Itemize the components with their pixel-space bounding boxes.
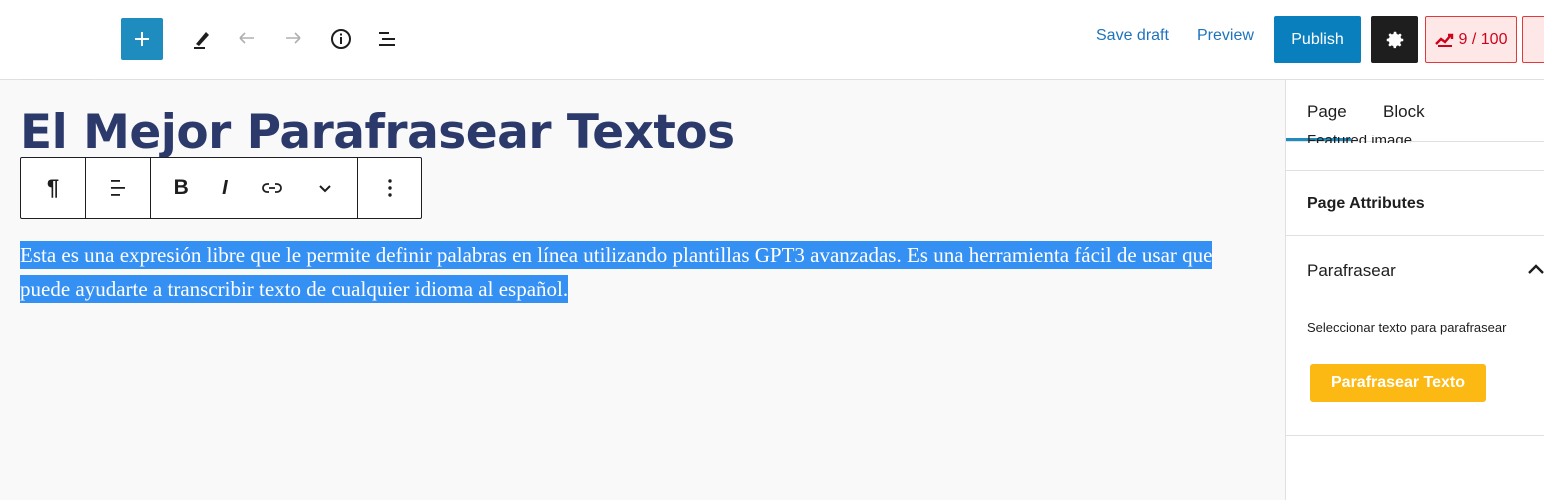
align-group bbox=[86, 158, 151, 218]
options-button[interactable] bbox=[358, 158, 421, 218]
page-attributes-panel[interactable]: Page Attributes bbox=[1286, 170, 1544, 236]
seo-score-button[interactable]: 9 / 100 bbox=[1425, 16, 1517, 63]
redo-button[interactable] bbox=[276, 22, 310, 56]
align-left-icon bbox=[111, 180, 125, 196]
block-toolbar: ¶ B I bbox=[20, 157, 422, 219]
chevron-up-icon[interactable] bbox=[1524, 258, 1544, 282]
seo-score-value: 9 / 100 bbox=[1458, 30, 1508, 48]
bold-button[interactable]: B bbox=[174, 158, 189, 218]
add-block-button[interactable] bbox=[121, 18, 163, 60]
list-view-icon bbox=[379, 32, 395, 46]
page-attributes-title[interactable]: Page Attributes bbox=[1307, 195, 1425, 213]
tab-page[interactable]: Page bbox=[1307, 102, 1347, 122]
parafrasear-panel: Parafrasear Seleccionar texto para paraf… bbox=[1286, 236, 1544, 436]
paragraph-icon[interactable]: ¶ bbox=[21, 158, 85, 218]
italic-button[interactable]: I bbox=[222, 158, 228, 218]
more-formats-button[interactable] bbox=[316, 158, 334, 218]
block-type-group: ¶ bbox=[21, 158, 86, 218]
list-view-button[interactable] bbox=[370, 22, 404, 56]
chevron-down-icon bbox=[319, 185, 332, 193]
info-icon bbox=[331, 29, 351, 49]
parafrasear-button[interactable]: Parafrasear Texto bbox=[1310, 364, 1486, 402]
top-toolbar: Save draft Preview Publish 9 / 100 bbox=[0, 0, 1544, 80]
publish-button[interactable]: Publish bbox=[1274, 16, 1361, 63]
sidebar-tabs: Page Block Featured image bbox=[1286, 80, 1544, 143]
settings-button[interactable] bbox=[1371, 16, 1418, 63]
settings-sidebar: Page Block Featured image Page Attribute… bbox=[1285, 80, 1544, 500]
featured-image-panel[interactable]: Featured image bbox=[1307, 135, 1412, 143]
plus-icon bbox=[135, 32, 149, 46]
options-group bbox=[358, 158, 421, 218]
edit-tool-button[interactable] bbox=[185, 22, 219, 56]
undo-icon bbox=[239, 32, 254, 44]
post-title[interactable]: El Mejor Parafrasear Textos bbox=[20, 105, 735, 160]
more-vertical-icon bbox=[387, 179, 392, 197]
link-button[interactable] bbox=[261, 158, 283, 218]
parafrasear-title[interactable]: Parafrasear bbox=[1307, 261, 1396, 281]
tab-block[interactable]: Block bbox=[1383, 102, 1425, 122]
undo-button[interactable] bbox=[230, 22, 264, 56]
gear-icon bbox=[1386, 31, 1403, 48]
seo-score-icon bbox=[1434, 33, 1453, 47]
preview-button[interactable]: Preview bbox=[1197, 27, 1254, 45]
details-button[interactable] bbox=[324, 22, 358, 56]
save-draft-button[interactable]: Save draft bbox=[1096, 27, 1169, 45]
paragraph-block[interactable]: Esta es una expresión libre que le permi… bbox=[20, 238, 1220, 306]
parafrasear-label: Seleccionar texto para parafrasear bbox=[1307, 320, 1507, 335]
redo-icon bbox=[286, 32, 301, 44]
pencil-icon bbox=[194, 32, 209, 49]
extra-toolbar-button[interactable] bbox=[1522, 16, 1544, 63]
link-icon bbox=[262, 183, 282, 193]
selected-text[interactable]: Esta es una expresión libre que le permi… bbox=[20, 241, 1213, 303]
format-group: B I bbox=[151, 158, 358, 218]
align-button[interactable] bbox=[86, 158, 150, 218]
